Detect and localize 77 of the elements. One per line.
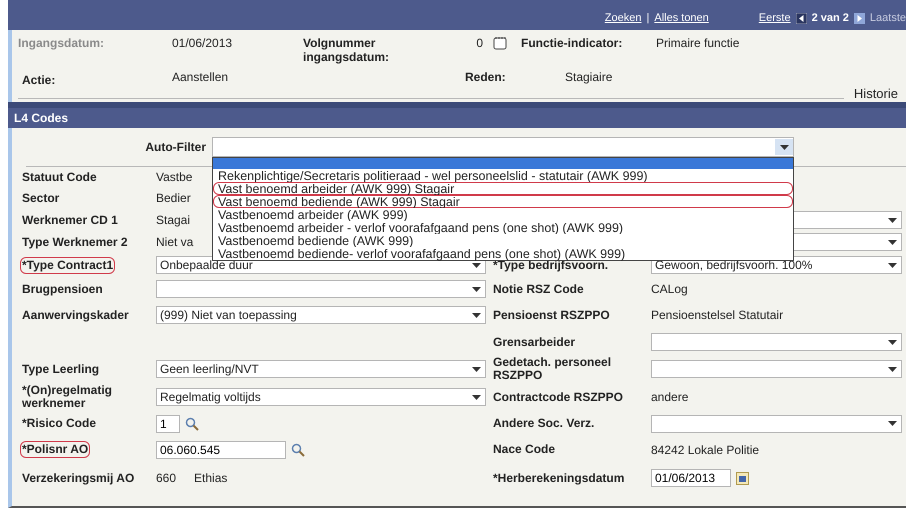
field-value: andere [651,390,688,404]
field-value: 01/06/2013 [172,36,234,50]
field-label: Pensioenst RSZPPO [492,306,611,324]
field-label: *(On)regelmatig werknemer [21,382,114,412]
field-label: Gedetach. personeel RSZPPO [492,354,612,384]
caret-icon [888,218,896,222]
section-title: L4 Codes [8,108,906,128]
search-icon[interactable] [291,442,305,456]
field-label: Aanwervingskader [21,306,130,324]
field-label: Verzekeringsmij AO [21,470,136,486]
dropdown-field[interactable] [651,333,902,351]
field-label: Grensarbeider [492,334,576,350]
dropdown-field[interactable]: Geen leerling/NVT [156,360,486,378]
field-value: Ethias [194,471,228,485]
field-label: Werknemer CD 1 [21,212,119,228]
field-label: Auto-Filter [144,140,207,154]
separator: | [646,12,650,24]
caret-icon [472,394,480,400]
field-label: Volgnummer ingangsdatum: [303,36,390,64]
field-label: Functie-indicator: [521,36,624,50]
field-label: Statuut Code [21,168,98,186]
previous-icon[interactable] [796,13,807,24]
input-field[interactable]: 1 [156,414,180,432]
show-all-link[interactable]: Alles tonen [654,12,709,24]
date-field[interactable]: 01/06/2013 [651,469,731,487]
field-label: Sector [21,190,60,206]
field-value: Vastbe [156,170,192,184]
dropdown-field[interactable] [212,137,794,157]
caret-icon [472,286,480,292]
field-label: Contractcode RSZPPO [492,388,624,406]
caret-icon [888,340,896,344]
field-value: Aanstellen [172,70,230,84]
field-label: Andere Soc. Verz. [492,415,596,432]
field-label: Brugpensioen [21,280,104,298]
field-value: CALog [651,282,688,296]
caret-icon [888,366,896,372]
history-link[interactable]: Historie [844,86,906,101]
field-label: *Risico Code [21,415,98,432]
field-label: Ingangsdatum: [18,36,105,50]
caret-icon [888,262,896,268]
field-label: Nace Code [492,441,556,458]
field-label: Actie: [21,72,56,87]
search-icon[interactable] [185,416,199,430]
caret-icon [472,312,480,318]
field-label: *Type Contract1 [20,256,116,274]
field-label: *Polisnr AO [20,441,90,458]
caret-icon [780,144,788,150]
field-label: Notie RSZ Code [492,280,585,298]
dropdown-field[interactable] [156,280,486,298]
input-field[interactable]: 06.060.545 [156,440,286,458]
dropdown-field[interactable] [651,414,902,432]
field-value: Niet va [156,235,194,249]
dropdown-option[interactable]: Vast benoemd arbeider (AWK 999) Stagair [213,182,793,195]
caret-icon [888,421,896,426]
field-label: Type Leerling [21,360,100,378]
caret-icon [888,240,896,244]
field-label: Type Werknemer 2 [21,234,129,250]
field-value: 0 [475,36,483,50]
calendar-icon[interactable] [736,472,749,484]
field-label: Reden: [465,70,507,84]
field-value: 660 [156,471,176,485]
dropdown-option[interactable]: Vast benoemd bediende (AWK 999) Stagair [213,195,793,208]
field-value: Stagiaire [565,70,614,84]
field-value: Stagai [156,213,190,227]
page-icon[interactable] [493,36,507,50]
caret-icon [472,366,480,372]
field-value: Bedier [156,191,191,205]
field-value: Primaire functie [656,36,740,50]
page-position: 2 van 2 [812,12,849,24]
dropdown-field[interactable]: (999) Niet van toepassing [156,306,486,324]
field-value: Pensioenstelsel Statutair [651,308,784,322]
dropdown-field[interactable] [651,360,902,378]
field-label: *Herberekeningsdatum [492,470,626,486]
first-link[interactable]: Eerste [758,12,791,24]
dropdown-field[interactable]: Regelmatig voltijds [156,388,486,406]
search-link[interactable]: Zoeken [604,12,642,24]
field-value: 84242 Lokale Politie [651,442,760,456]
